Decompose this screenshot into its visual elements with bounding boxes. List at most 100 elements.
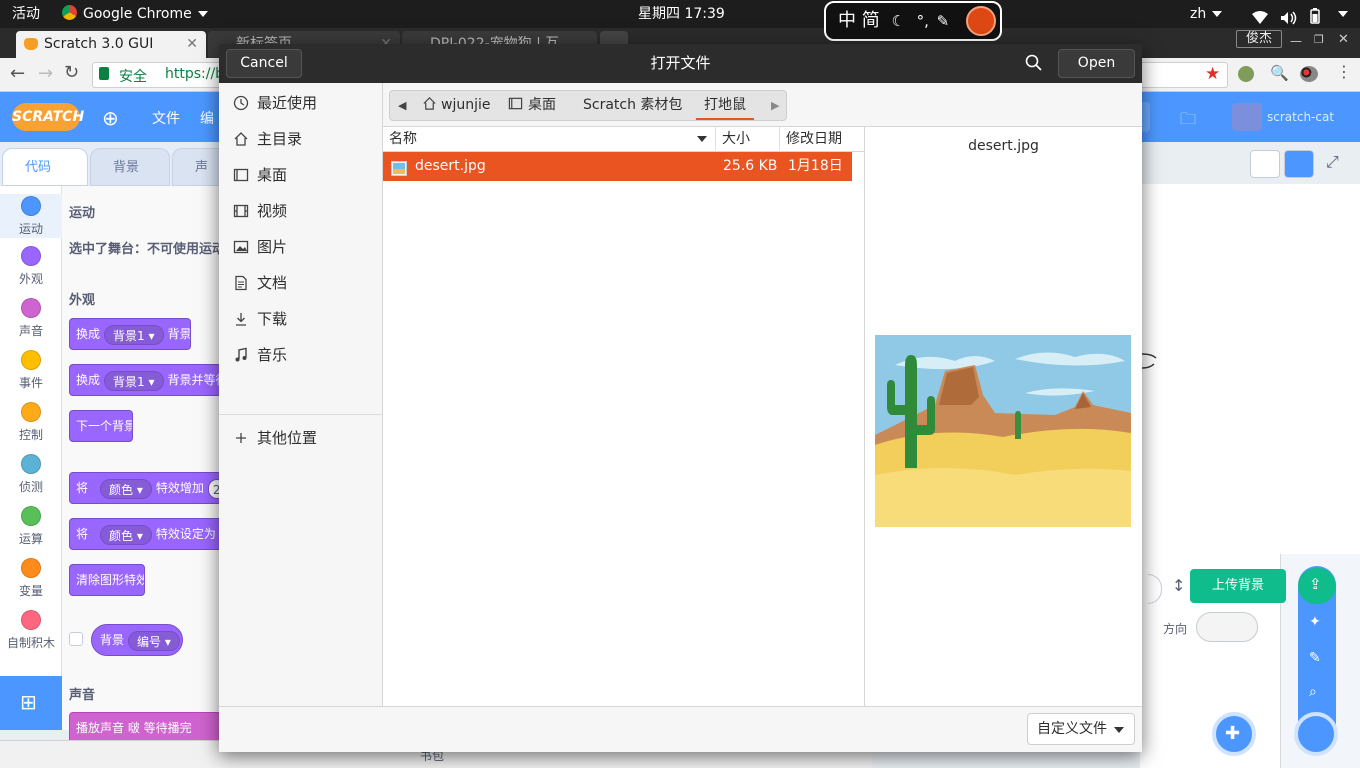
column-modified[interactable]: 修改日期	[779, 127, 864, 152]
chevron-left-icon[interactable]: ◀	[398, 91, 406, 120]
maximize-icon[interactable]: ❐	[1314, 33, 1324, 46]
sprite-size-field[interactable]	[1148, 574, 1162, 604]
window-close-icon[interactable]: ✕	[1338, 32, 1349, 47]
upload-backdrop-icon-button[interactable]: ⇪	[1298, 568, 1336, 604]
menu-edit[interactable]: 编	[200, 108, 214, 128]
chevron-down-icon	[1338, 11, 1348, 17]
monitor-checkbox[interactable]	[69, 632, 83, 646]
small-stage-button[interactable]	[1250, 150, 1280, 178]
surprise-icon[interactable]: ✦	[1309, 614, 1321, 630]
add-sprite-button[interactable]: ✚	[1212, 712, 1256, 756]
extension-icon[interactable]	[1238, 66, 1254, 82]
activities-button[interactable]: 活动	[12, 0, 40, 28]
app-menu[interactable]: Google Chrome	[62, 0, 208, 28]
battery-icon[interactable]	[1308, 6, 1322, 24]
chrome-menu-icon[interactable]: ⋮	[1336, 62, 1352, 81]
category-looks[interactable]: 外观	[0, 246, 62, 287]
place-videos[interactable]: 视频	[219, 193, 382, 229]
menu-file[interactable]: 文件	[152, 108, 180, 128]
punctuation-icon[interactable]: °,	[917, 12, 929, 30]
reload-icon[interactable]: ↻	[64, 62, 79, 83]
ubuntu-logo-icon[interactable]	[966, 6, 996, 36]
username[interactable]: scratch-cat	[1267, 110, 1334, 124]
zoom-extension-icon[interactable]: 🔍	[1270, 64, 1289, 82]
add-backdrop-button[interactable]	[1294, 712, 1338, 756]
breadcrumb-current[interactable]: 打地鼠	[696, 91, 754, 120]
cancel-button[interactable]: Cancel	[226, 49, 302, 78]
profile-badge[interactable]: 俊杰	[1236, 30, 1282, 48]
block-next-backdrop[interactable]: 下一个背景	[69, 410, 133, 442]
minimize-icon[interactable]: —	[1290, 34, 1302, 48]
place-home[interactable]: 主目录	[219, 121, 382, 157]
place-pictures[interactable]: 图片	[219, 229, 382, 265]
place-music[interactable]: 音乐	[219, 337, 382, 373]
file-list-header: 名称 大小 修改日期	[383, 127, 864, 152]
normal-stage-button[interactable]	[1284, 150, 1314, 178]
system-top-bar: 活动 Google Chrome 星期四 17:39 zh	[0, 0, 1360, 28]
category-sound[interactable]: 声音	[0, 298, 62, 339]
power-menu[interactable]	[1332, 0, 1348, 28]
fullscreen-icon[interactable]: ⤢	[1326, 152, 1339, 172]
bookmark-star-icon[interactable]: ★	[1205, 64, 1220, 84]
scratch-logo[interactable]: SCRATCH	[12, 103, 84, 131]
backdrop-dropdown[interactable]: 背景1 ▾	[104, 370, 164, 391]
place-downloads[interactable]: 下载	[219, 301, 382, 337]
file-type-filter[interactable]: 自定义文件	[1027, 713, 1135, 745]
avatar[interactable]	[1232, 103, 1262, 131]
tab-code[interactable]: 代码	[2, 148, 88, 186]
search-icon[interactable]	[1025, 54, 1043, 72]
category-control[interactable]: 控制	[0, 402, 62, 443]
volume-icon[interactable]	[1280, 7, 1298, 25]
moon-icon[interactable]: ☾	[891, 12, 904, 30]
place-documents[interactable]: 文档	[219, 265, 382, 301]
chevron-right-icon[interactable]: ▶	[771, 91, 779, 120]
block-set-effect[interactable]: 将颜色 ▾ 特效设定为	[69, 518, 222, 550]
backdrop-dropdown[interactable]: 背景1 ▾	[104, 324, 164, 345]
paint-brush-icon[interactable]: ✎	[1309, 650, 1321, 666]
category-my-blocks[interactable]: 自制积木	[0, 610, 62, 651]
backdrop-property-dropdown[interactable]: 编号 ▾	[128, 630, 180, 651]
place-desktop[interactable]: 桌面	[219, 157, 382, 193]
category-dot	[21, 298, 41, 318]
category-variables[interactable]: 变量	[0, 558, 62, 599]
language-indicator[interactable]: zh	[1190, 0, 1223, 28]
category-motion[interactable]: 运动	[0, 194, 62, 238]
stage[interactable]	[1140, 142, 1360, 554]
back-icon[interactable]: ←	[10, 63, 25, 84]
add-extension-button[interactable]: ⊞	[0, 676, 62, 730]
direction-input[interactable]	[1196, 612, 1258, 642]
close-icon[interactable]: ✕	[186, 31, 198, 58]
ime-toolbar[interactable]: 中 简 ☾ °, ✎	[824, 1, 1002, 41]
breadcrumb-scratch-assets[interactable]: Scratch 素材包	[583, 91, 682, 120]
clock[interactable]: 星期四 17:39	[638, 0, 725, 28]
block-change-effect[interactable]: 将颜色 ▾ 特效增加 2	[69, 472, 222, 504]
wifi-icon[interactable]	[1252, 7, 1268, 24]
search-icon[interactable]: ⌕	[1309, 684, 1317, 700]
open-button[interactable]: Open	[1058, 49, 1135, 78]
place-recent[interactable]: 最近使用	[219, 85, 382, 121]
column-size[interactable]: 大小	[715, 127, 779, 152]
tab-backdrops[interactable]: 背景	[90, 148, 170, 186]
my-stuff-folder-icon[interactable]: 🗀	[1180, 108, 1196, 135]
category-sensing[interactable]: 侦测	[0, 454, 62, 495]
category-operators[interactable]: 运算	[0, 506, 62, 547]
place-other-locations[interactable]: 其他位置	[219, 420, 382, 456]
ime-mode-label: 中 简	[838, 10, 880, 31]
column-name[interactable]: 名称	[383, 127, 715, 152]
effect-dropdown[interactable]: 颜色 ▾	[100, 524, 152, 545]
wrench-icon[interactable]: ✎	[937, 12, 950, 30]
block-switch-backdrop[interactable]: 换成 背景1 ▾ 背景	[69, 318, 191, 350]
language-globe-icon[interactable]: ⊕	[102, 106, 119, 130]
block-switch-backdrop-wait[interactable]: 换成 背景1 ▾ 背景并等待	[69, 364, 222, 396]
block-clear-effects[interactable]: 清除图形特效	[69, 564, 145, 596]
effect-dropdown[interactable]: 颜色 ▾	[100, 478, 152, 499]
color-extension-icon[interactable]	[1300, 66, 1318, 82]
breadcrumb-desktop[interactable]: 桌面	[508, 91, 556, 120]
table-row[interactable]: desert.jpg 25.6 KB 1月18日	[383, 152, 852, 181]
browser-tab-scratch[interactable]: Scratch 3.0 GUI ✕	[16, 31, 206, 58]
forward-icon[interactable]: →	[38, 63, 53, 84]
dialog-footer	[219, 706, 1142, 752]
category-events[interactable]: 事件	[0, 350, 62, 391]
breadcrumb-home[interactable]: wjunjie	[422, 91, 490, 120]
reporter-backdrop-number[interactable]: 背景 编号 ▾	[91, 624, 183, 656]
